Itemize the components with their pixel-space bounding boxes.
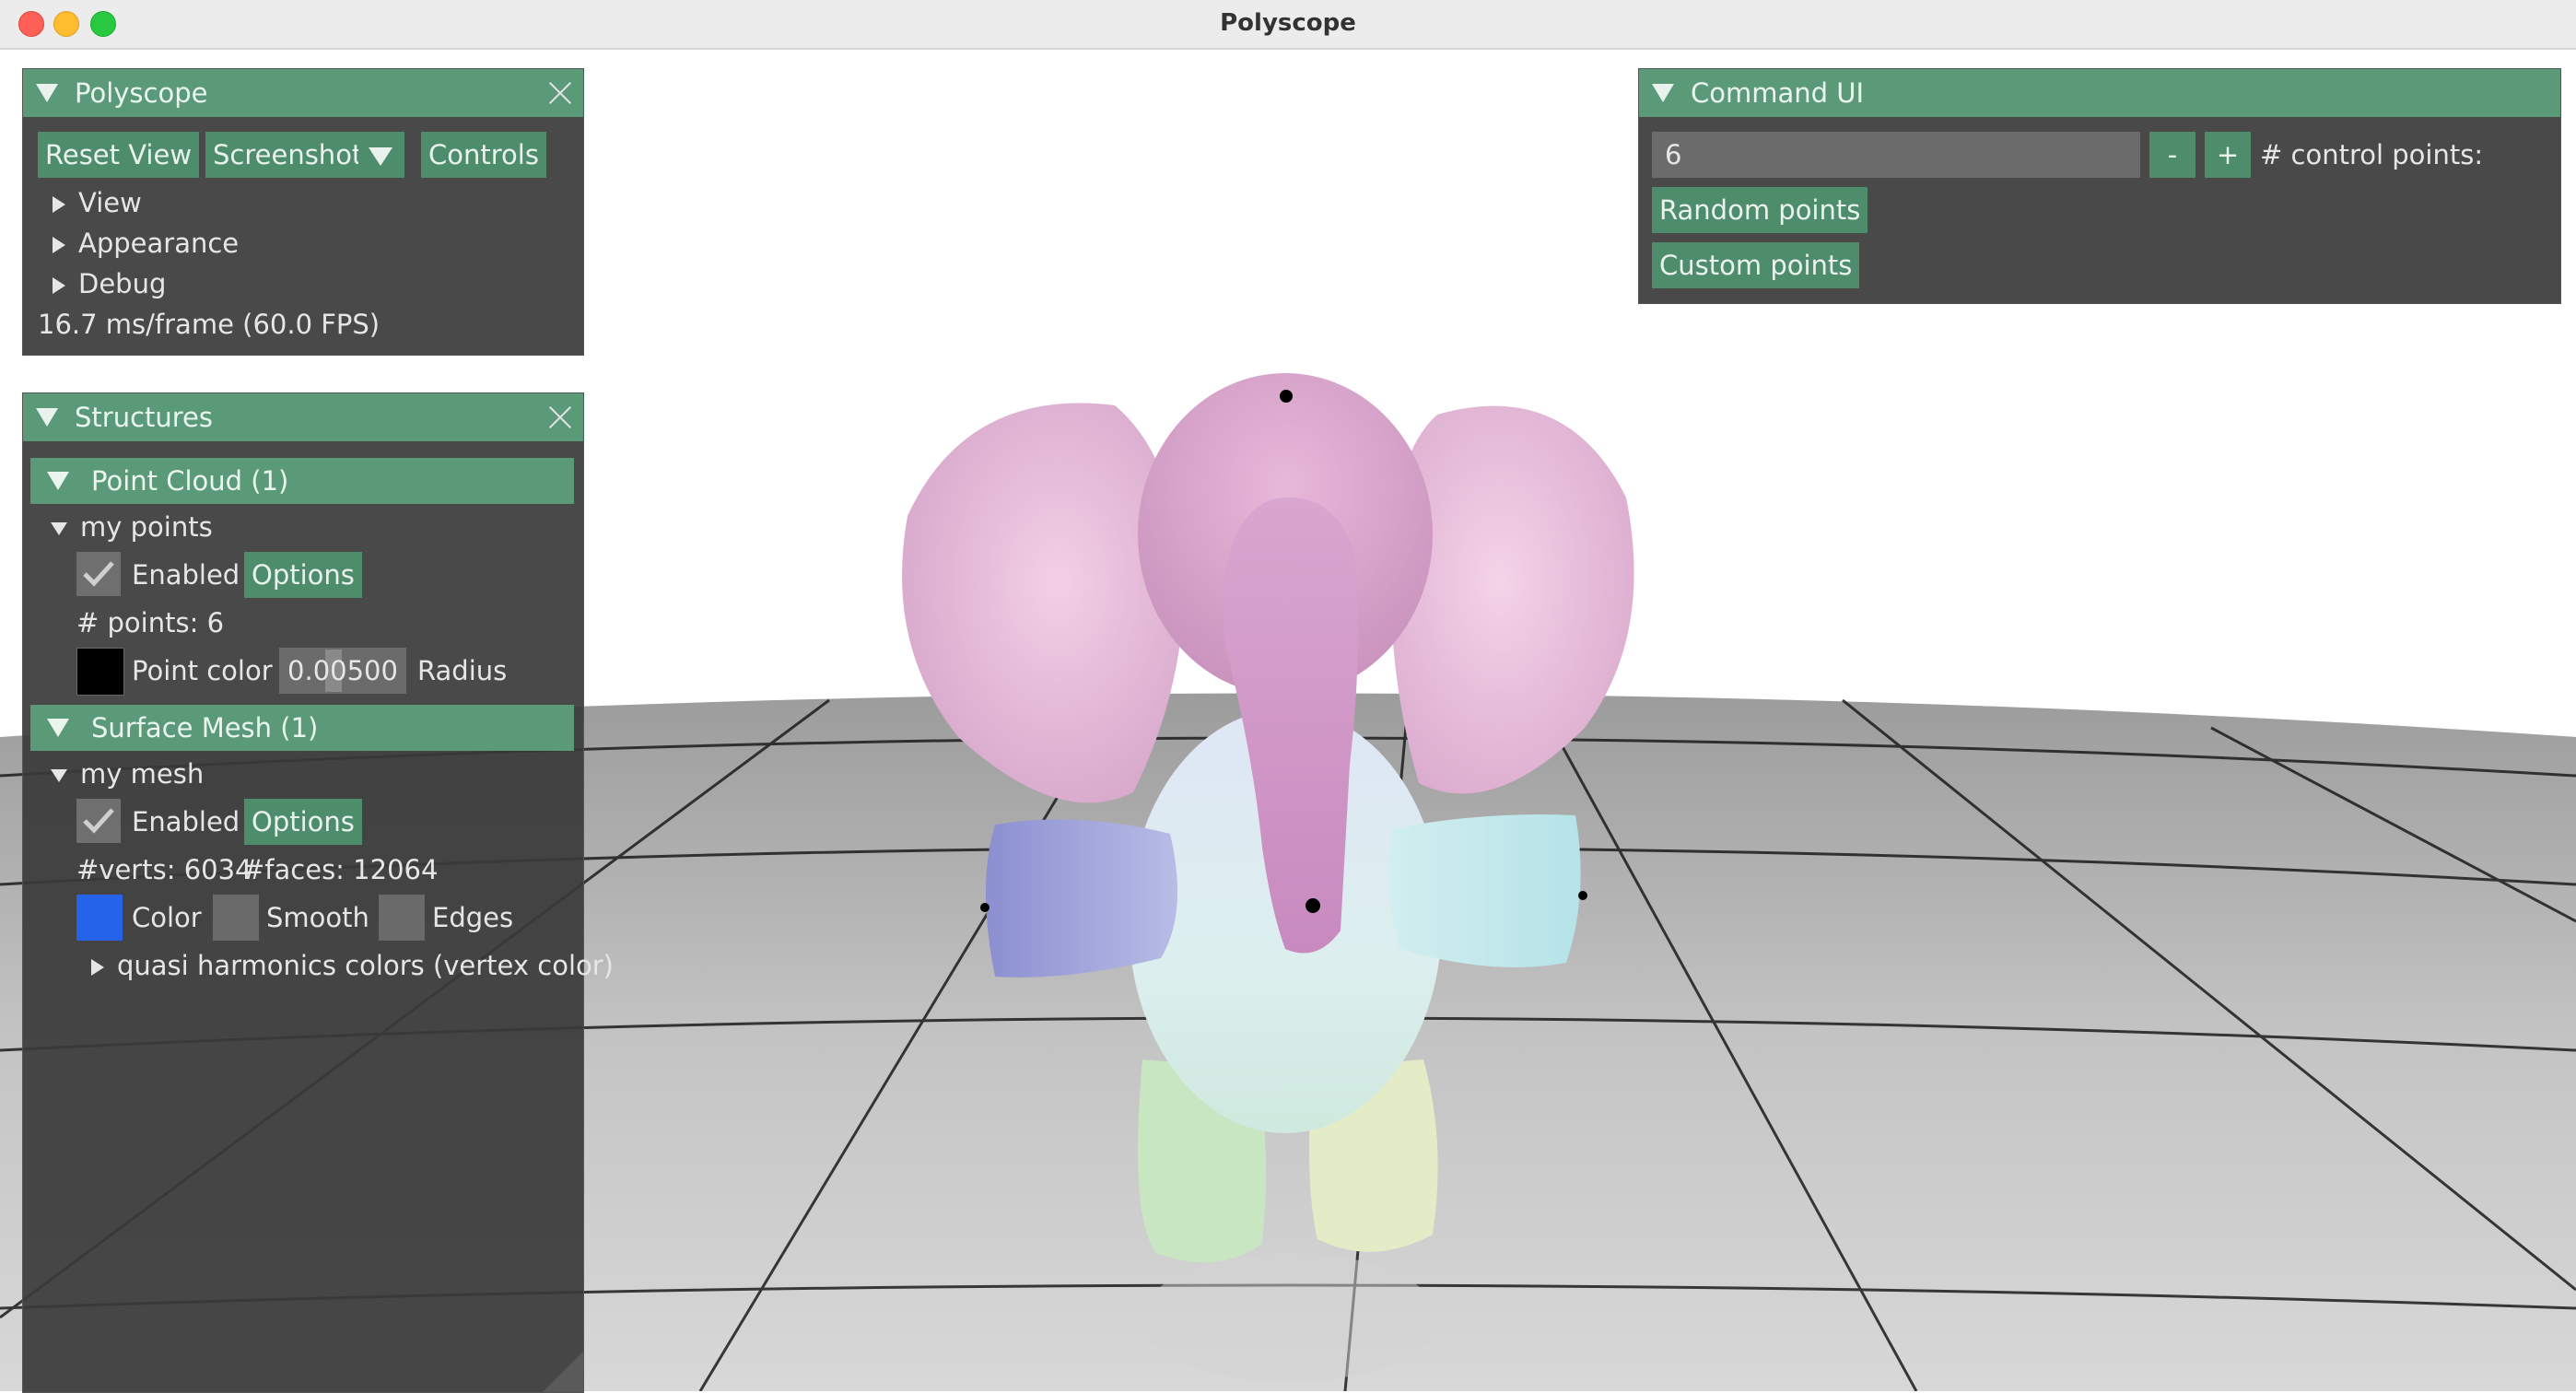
- expand-arrow-icon: [53, 196, 65, 213]
- edges-label: Edges: [432, 902, 514, 933]
- mesh-verts-count: #verts: 6034: [76, 854, 252, 885]
- point-cloud-header[interactable]: Point Cloud (1): [30, 458, 574, 504]
- mesh-options-button[interactable]: Options: [244, 799, 362, 845]
- structures-panel-header[interactable]: Structures: [23, 393, 583, 441]
- point-cloud-header-label: Point Cloud (1): [91, 465, 289, 497]
- collapse-triangle-icon[interactable]: [1652, 84, 1674, 102]
- points-options-button[interactable]: Options: [244, 552, 362, 598]
- polyscope-panel-header[interactable]: Polyscope: [23, 69, 583, 117]
- tree-item-label: my mesh: [80, 758, 205, 790]
- tree-item-my-points[interactable]: my points: [51, 511, 213, 543]
- reset-view-button[interactable]: Reset View: [38, 132, 200, 178]
- tree-item-label: my points: [80, 511, 213, 543]
- tree-item-quasi-harmonics[interactable]: quasi harmonics colors (vertex color): [91, 950, 614, 981]
- fps-readout: 16.7 ms/frame (60.0 FPS): [38, 309, 381, 340]
- tree-item-label: Debug: [78, 268, 167, 299]
- close-icon[interactable]: [548, 405, 572, 429]
- mesh-faces-count: #faces: 12064: [242, 854, 439, 885]
- increment-button[interactable]: +: [2205, 132, 2251, 178]
- controls-button[interactable]: Controls: [421, 132, 546, 178]
- mesh-color-label: Color: [132, 902, 202, 933]
- close-icon[interactable]: [548, 81, 572, 105]
- collapse-triangle-icon: [47, 472, 69, 490]
- command-ui-panel: Command UI 6 - + # control points: Rando…: [1638, 68, 2561, 304]
- collapse-triangle-icon[interactable]: [36, 408, 58, 427]
- mesh-enabled-checkbox[interactable]: [76, 799, 121, 843]
- checkmark-icon: [83, 808, 114, 834]
- collapse-arrow-icon: [51, 522, 67, 535]
- polyscope-panel-title: Polyscope: [75, 77, 208, 109]
- structures-panel: Structures Point Cloud (1) my points Ena…: [22, 392, 614, 1393]
- screenshot-button[interactable]: Screenshot: [205, 132, 370, 178]
- collapse-triangle-icon[interactable]: [36, 84, 58, 102]
- control-points-input[interactable]: 6: [1652, 132, 2140, 178]
- command-ui-panel-title: Command UI: [1691, 77, 1865, 109]
- radius-label: Radius: [417, 655, 508, 686]
- smooth-label: Smooth: [266, 902, 369, 933]
- mesh-enabled-label: Enabled: [132, 806, 240, 837]
- control-points-label: # control points:: [2260, 139, 2484, 170]
- radius-slider[interactable]: 0.00500: [279, 648, 406, 694]
- tree-item-appearance[interactable]: Appearance: [53, 228, 239, 259]
- tree-item-debug[interactable]: Debug: [53, 268, 166, 299]
- mesh-color-swatch[interactable]: [76, 895, 123, 941]
- tree-item-label: Appearance: [78, 228, 240, 259]
- points-count: # points: 6: [76, 607, 225, 638]
- polyscope-panel: Polyscope Reset View Screenshot Controls…: [22, 68, 584, 356]
- window-title: Polyscope: [1220, 9, 1356, 37]
- checkmark-icon: [83, 561, 114, 587]
- smooth-checkbox[interactable]: [213, 895, 259, 941]
- point-color-label: Point color: [132, 655, 273, 686]
- expand-arrow-icon: [53, 277, 65, 294]
- expand-arrow-icon: [91, 959, 104, 976]
- resize-grip[interactable]: [543, 1352, 583, 1392]
- screenshot-dropdown-button[interactable]: [358, 132, 404, 178]
- tree-item-view[interactable]: View: [53, 187, 142, 218]
- window-titlebar: Polyscope: [0, 0, 2576, 50]
- tree-item-my-mesh[interactable]: my mesh: [51, 758, 204, 790]
- edges-checkbox[interactable]: [379, 895, 425, 941]
- chevron-down-icon: [369, 147, 392, 166]
- custom-points-button[interactable]: Custom points: [1652, 242, 1860, 288]
- collapse-triangle-icon: [47, 719, 69, 737]
- point-color-swatch[interactable]: [76, 648, 124, 696]
- collapse-arrow-icon: [51, 769, 67, 782]
- tree-item-label: View: [78, 187, 142, 218]
- surface-mesh-header[interactable]: Surface Mesh (1): [30, 705, 574, 751]
- random-points-button[interactable]: Random points: [1652, 187, 1868, 233]
- points-enabled-checkbox[interactable]: [76, 552, 121, 596]
- surface-mesh-header-label: Surface Mesh (1): [91, 712, 319, 743]
- decrement-button[interactable]: -: [2149, 132, 2195, 178]
- tree-item-label: quasi harmonics colors (vertex color): [117, 950, 614, 981]
- command-ui-panel-header[interactable]: Command UI: [1639, 69, 2560, 117]
- expand-arrow-icon: [53, 237, 65, 253]
- structures-panel-title: Structures: [75, 402, 214, 433]
- points-enabled-label: Enabled: [132, 559, 240, 591]
- radius-value: 0.00500: [287, 655, 398, 686]
